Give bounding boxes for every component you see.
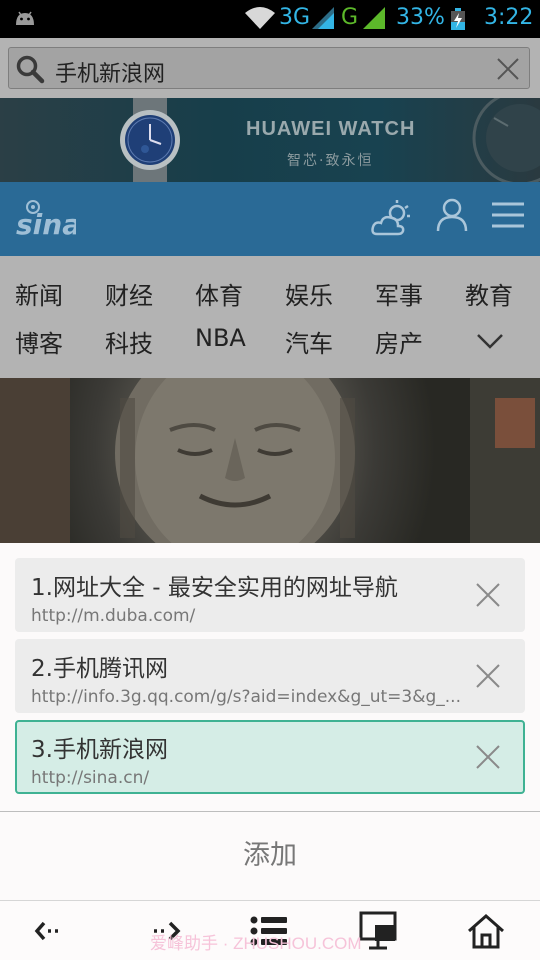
window-url: http://m.duba.com/ <box>31 606 196 626</box>
nav-item[interactable]: 新闻 <box>15 276 63 311</box>
wifi-icon <box>245 7 275 29</box>
address-bar[interactable]: 手机新浪网 <box>8 47 530 89</box>
search-icon <box>16 55 45 84</box>
close-icon[interactable] <box>475 582 501 608</box>
clear-icon[interactable] <box>495 56 521 82</box>
hero-image[interactable] <box>0 378 540 543</box>
watch-image <box>120 98 180 182</box>
ad-decoration <box>472 98 540 182</box>
nav-item[interactable]: 体育 <box>195 276 243 311</box>
close-icon[interactable] <box>475 744 501 770</box>
window-title: 1.网址大全 - 最安全实用的网址导航 <box>31 575 398 601</box>
android-icon <box>16 11 34 25</box>
browser-page: 手机新浪网 HUAWEI WATCH 智芯·致永恒 sina 新闻 财经 体育 … <box>0 38 540 543</box>
windows-icon[interactable] <box>359 911 397 951</box>
weather-icon[interactable] <box>371 200 411 236</box>
ad-banner[interactable]: HUAWEI WATCH 智芯·致永恒 <box>0 98 540 182</box>
window-url: http://info.3g.qq.com/g/s?aid=index&g_ut… <box>31 687 461 707</box>
window-url: http://sina.cn/ <box>31 768 150 788</box>
window-title: 2.手机腾讯网 <box>31 656 168 682</box>
window-item[interactable]: 2.手机腾讯网 http://info.3g.qq.com/g/s?aid=in… <box>15 639 525 713</box>
nav-item[interactable]: 房产 <box>375 324 423 359</box>
nav-item[interactable]: 军事 <box>375 276 423 311</box>
address-text[interactable]: 手机新浪网 <box>55 56 165 88</box>
network-type-3g: 3G <box>279 5 311 30</box>
window-item-active[interactable]: 3.手机新浪网 http://sina.cn/ <box>15 720 525 794</box>
ad-slogan: 智芯·致永恒 <box>287 153 374 169</box>
watermark-text: 爱峰助手 · ZHUSHOU.COM <box>150 934 362 953</box>
nav-item[interactable]: NBA <box>195 324 246 352</box>
window-title: 3.手机新浪网 <box>31 737 168 763</box>
signal-icon <box>312 7 334 29</box>
svg-text:sina: sina <box>16 208 76 240</box>
nav-item[interactable]: 科技 <box>105 324 153 359</box>
window-item[interactable]: 1.网址大全 - 最安全实用的网址导航 http://m.duba.com/ <box>15 558 525 632</box>
battery-charging-icon <box>451 8 465 30</box>
menu-icon[interactable] <box>492 200 524 230</box>
nav-item[interactable]: 汽车 <box>285 324 333 359</box>
sina-logo[interactable]: sina <box>14 198 76 240</box>
close-icon[interactable] <box>475 663 501 689</box>
clock: 3:22 <box>484 5 534 30</box>
nav-item[interactable]: 财经 <box>105 276 153 311</box>
buddha-statue-image <box>0 378 540 543</box>
nav-item[interactable]: 娱乐 <box>285 276 333 311</box>
chevron-down-icon[interactable] <box>476 332 504 350</box>
nav-item[interactable]: 博客 <box>15 324 63 359</box>
window-list-sheet: 1.网址大全 - 最安全实用的网址导航 http://m.duba.com/ 2… <box>0 543 540 900</box>
add-window-button[interactable]: 添加 <box>0 812 540 900</box>
network-type-g: G <box>341 5 359 30</box>
battery-percent: 33% <box>396 5 445 30</box>
signal-icon <box>363 7 385 29</box>
home-icon[interactable] <box>467 913 505 949</box>
nav-item[interactable]: 教育 <box>465 276 513 311</box>
status-bar: 3G G 33% 3:22 <box>0 0 540 38</box>
back-icon[interactable] <box>34 913 64 949</box>
bottom-toolbar: 爱峰助手 · ZHUSHOU.COM <box>0 900 540 960</box>
ad-brand: HUAWEI WATCH <box>246 118 416 140</box>
channel-nav: 新闻 财经 体育 娱乐 军事 教育 博客 科技 NBA 汽车 房产 <box>0 256 540 378</box>
user-icon[interactable] <box>436 198 468 232</box>
sina-header: sina <box>0 182 540 256</box>
